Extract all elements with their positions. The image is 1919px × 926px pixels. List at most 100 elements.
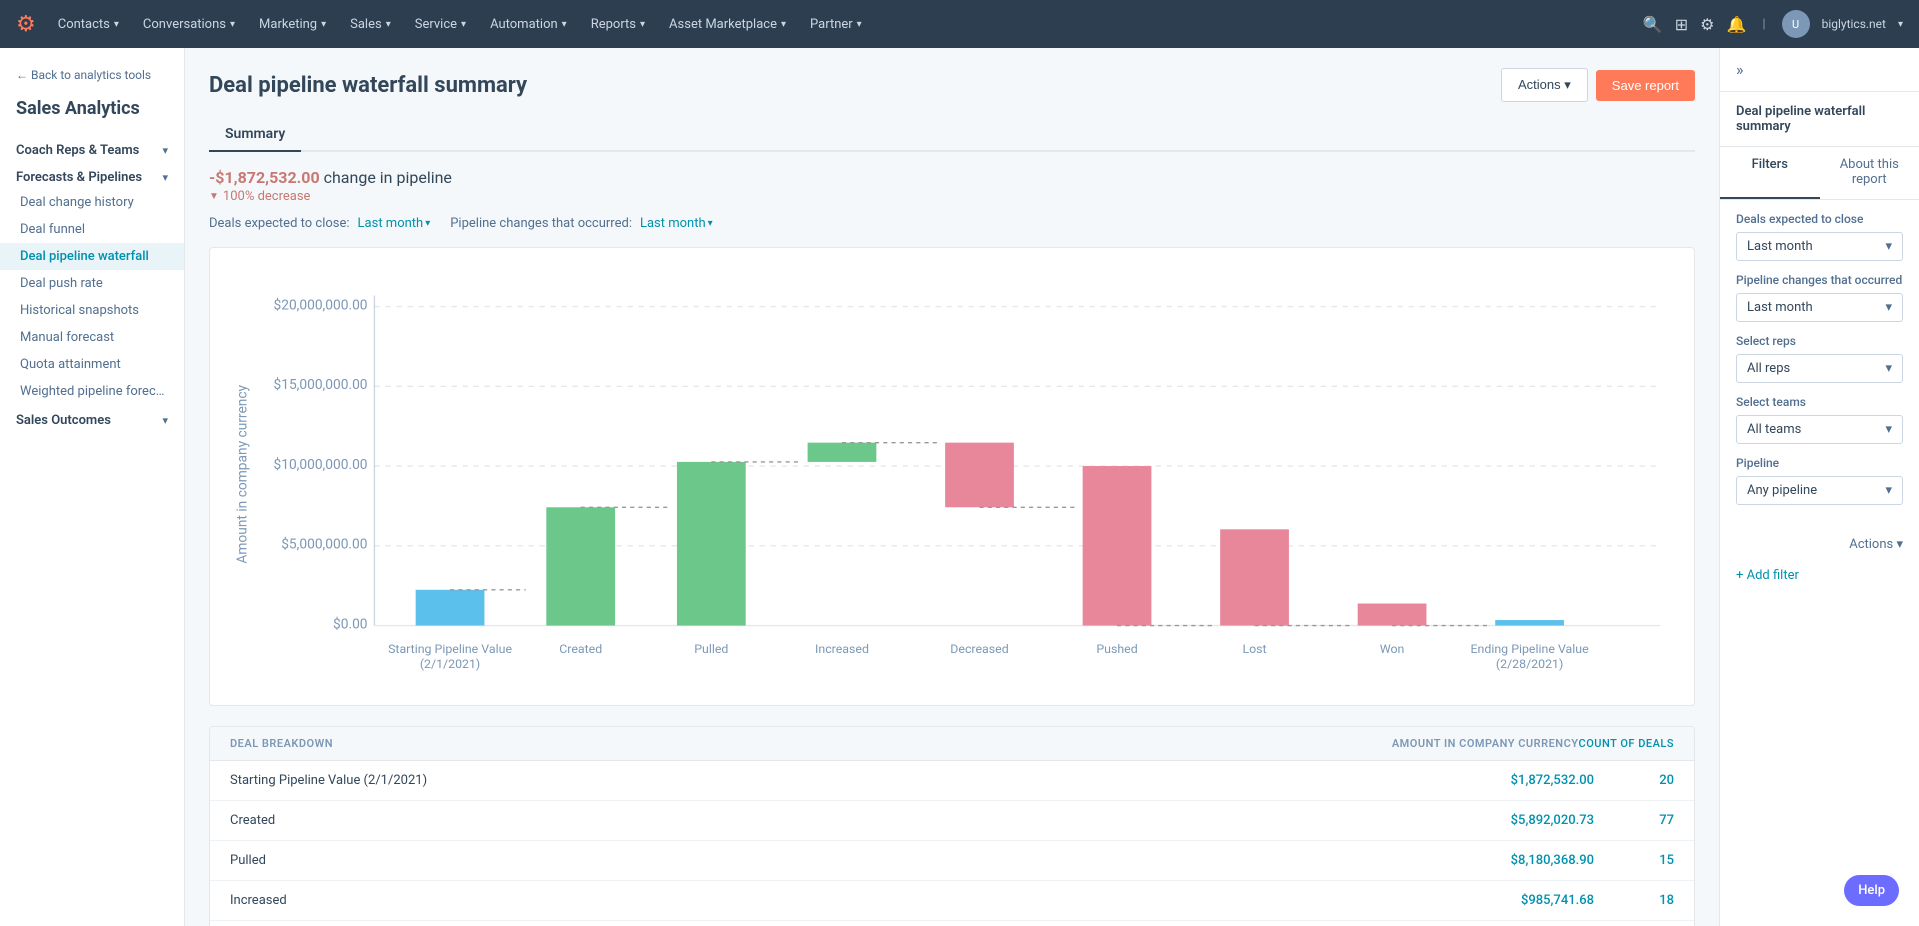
report-header: Deal pipeline waterfall summary Actions …: [209, 68, 1695, 102]
apps-icon[interactable]: ⊞: [1675, 15, 1688, 34]
deals-close-caret: ▾: [1885, 239, 1892, 254]
pipeline-label: Pipeline: [1736, 456, 1903, 470]
tab-summary[interactable]: Summary: [209, 118, 301, 152]
nav-marketplace[interactable]: Asset Marketplace▾: [659, 11, 796, 38]
tab-filters[interactable]: Filters: [1720, 147, 1820, 199]
save-report-button[interactable]: Save report: [1596, 70, 1695, 101]
summary-stats: -$1,872,532.00 change in pipeline ▼ 100%…: [209, 168, 1695, 204]
nav-sales[interactable]: Sales▾: [340, 11, 401, 38]
settings-icon[interactable]: ⚙: [1700, 15, 1714, 34]
decrease-stat: ▼ 100% decrease: [209, 189, 1695, 204]
actions-button[interactable]: Actions ▾: [1501, 68, 1588, 102]
pipeline-filter-label: Pipeline changes that occurred:: [450, 216, 632, 231]
svg-text:Created: Created: [559, 643, 602, 657]
account-dropdown-caret[interactable]: ▾: [1898, 19, 1903, 30]
table-row: Starting Pipeline Value (2/1/2021) $1,87…: [210, 761, 1694, 801]
svg-text:Lost: Lost: [1242, 643, 1266, 657]
forecasts-section-caret: ▾: [162, 171, 168, 184]
reps-select[interactable]: All reps ▾: [1736, 354, 1903, 383]
report-title: Deal pipeline waterfall summary: [209, 73, 527, 98]
bar-pulled[interactable]: [677, 462, 746, 626]
right-panel-tabs: Filters About this report: [1720, 147, 1919, 200]
add-filter-button[interactable]: + Add filter: [1720, 560, 1919, 591]
reps-label: Select reps: [1736, 334, 1903, 348]
svg-text:Pushed: Pushed: [1096, 643, 1137, 657]
svg-text:$0.00: $0.00: [333, 615, 368, 632]
bar-ending-pipeline[interactable]: [1495, 620, 1564, 626]
deals-filter-caret: ▾: [425, 218, 430, 229]
table-row: Created $5,892,020.73 77: [210, 801, 1694, 841]
pipeline-changes-caret: ▾: [1885, 300, 1892, 315]
bar-lost[interactable]: [1220, 529, 1289, 625]
nav-service[interactable]: Service▾: [405, 11, 476, 38]
user-avatar[interactable]: U: [1782, 10, 1810, 38]
nav-contacts[interactable]: Contacts▾: [48, 11, 129, 38]
nav-conversations[interactable]: Conversations▾: [133, 11, 245, 38]
sidebar-section-sales-outcomes[interactable]: Sales Outcomes ▾: [0, 405, 184, 432]
help-button[interactable]: Help: [1844, 875, 1899, 906]
bar-won[interactable]: [1358, 604, 1427, 626]
filter-section: Deals expected to close Last month ▾ Pip…: [1720, 200, 1919, 529]
table-header: DEAL BREAKDOWN AMOUNT IN COMPANY CURRENC…: [210, 727, 1694, 761]
sidebar-title: Sales Analytics: [0, 94, 184, 135]
filter-actions-section: Actions ▾: [1720, 529, 1919, 560]
tab-bar: Summary: [209, 118, 1695, 152]
down-triangle-icon: ▼: [209, 191, 219, 202]
notifications-icon[interactable]: 🔔: [1726, 15, 1746, 34]
hubspot-logo[interactable]: ⚙: [16, 12, 36, 37]
svg-text:Pulled: Pulled: [694, 643, 728, 657]
bar-increased[interactable]: [808, 443, 877, 462]
right-panel-title: Deal pipeline waterfall summary: [1720, 92, 1919, 147]
bar-starting-pipeline[interactable]: [416, 590, 485, 626]
deal-breakdown-table: DEAL BREAKDOWN AMOUNT IN COMPANY CURRENC…: [209, 726, 1695, 926]
search-icon[interactable]: 🔍: [1643, 15, 1663, 34]
sidebar-section-coach[interactable]: Coach Reps & Teams ▾: [0, 135, 184, 162]
deals-close-label: Deals expected to close: [1736, 212, 1903, 226]
teams-caret: ▾: [1885, 422, 1892, 437]
bar-decreased[interactable]: [945, 443, 1014, 508]
sidebar-section-forecasts[interactable]: Forecasts & Pipelines ▾: [0, 162, 184, 189]
deals-close-select[interactable]: Last month ▾: [1736, 232, 1903, 261]
bar-pushed[interactable]: [1083, 466, 1152, 626]
pipeline-filter-value[interactable]: Last month ▾: [640, 216, 713, 231]
table-row: Pulled $8,180,368.90 15: [210, 841, 1694, 881]
pipeline-select[interactable]: Any pipeline ▾: [1736, 476, 1903, 505]
tab-about-this-report[interactable]: About this report: [1820, 147, 1919, 199]
filter-actions-link[interactable]: Actions ▾: [1849, 537, 1903, 552]
nav-partner[interactable]: Partner▾: [800, 11, 872, 38]
svg-text:Ending Pipeline Value: Ending Pipeline Value: [1471, 643, 1590, 657]
teams-select[interactable]: All teams ▾: [1736, 415, 1903, 444]
chart-container: $20,000,000.00 $15,000,000.00 $10,000,00…: [209, 247, 1695, 706]
sidebar-item-weighted-pipeline-forecast[interactable]: Weighted pipeline forecast: [0, 378, 184, 405]
pipeline-changes-label: Pipeline changes that occurred: [1736, 273, 1903, 287]
sidebar-item-deal-change-history[interactable]: Deal change history: [0, 189, 184, 216]
sidebar-item-manual-forecast[interactable]: Manual forecast: [0, 324, 184, 351]
sidebar-item-deal-push-rate[interactable]: Deal push rate: [0, 270, 184, 297]
svg-text:Increased: Increased: [815, 643, 869, 657]
pipeline-changes-select[interactable]: Last month ▾: [1736, 293, 1903, 322]
back-to-analytics-link[interactable]: ← Back to analytics tools: [0, 64, 184, 94]
coach-section-caret: ▾: [162, 144, 168, 157]
svg-text:Amount in company currency: Amount in company currency: [235, 384, 251, 563]
nav-reports[interactable]: Reports▾: [581, 11, 655, 38]
top-navigation: ⚙ Contacts▾ Conversations▾ Marketing▾ Sa…: [0, 0, 1919, 48]
main-content: Deal pipeline waterfall summary Actions …: [185, 48, 1719, 926]
panel-toggle-button[interactable]: »: [1720, 48, 1919, 92]
sidebar-item-historical-snapshots[interactable]: Historical snapshots: [0, 297, 184, 324]
sidebar-item-deal-funnel[interactable]: Deal funnel: [0, 216, 184, 243]
svg-text:$10,000,000.00: $10,000,000.00: [273, 456, 367, 473]
waterfall-chart: $20,000,000.00 $15,000,000.00 $10,000,00…: [230, 268, 1674, 681]
sidebar-item-quota-attainment[interactable]: Quota attainment: [0, 351, 184, 378]
svg-text:Starting Pipeline Value: Starting Pipeline Value: [388, 643, 512, 657]
sales-outcomes-caret: ▾: [162, 414, 168, 427]
bar-created[interactable]: [546, 507, 615, 625]
svg-text:(2/28/2021): (2/28/2021): [1496, 657, 1563, 672]
right-panel: » Deal pipeline waterfall summary Filter…: [1719, 48, 1919, 926]
pipeline-change-stat: -$1,872,532.00 change in pipeline: [209, 168, 1695, 187]
nav-automation[interactable]: Automation▾: [480, 11, 577, 38]
nav-marketing[interactable]: Marketing▾: [249, 11, 336, 38]
sidebar-item-deal-pipeline-waterfall[interactable]: Deal pipeline waterfall: [0, 243, 184, 270]
domain-label: biglytics.net: [1822, 17, 1886, 31]
deals-filter-value[interactable]: Last month ▾: [358, 216, 431, 231]
svg-text:Won: Won: [1380, 643, 1405, 657]
